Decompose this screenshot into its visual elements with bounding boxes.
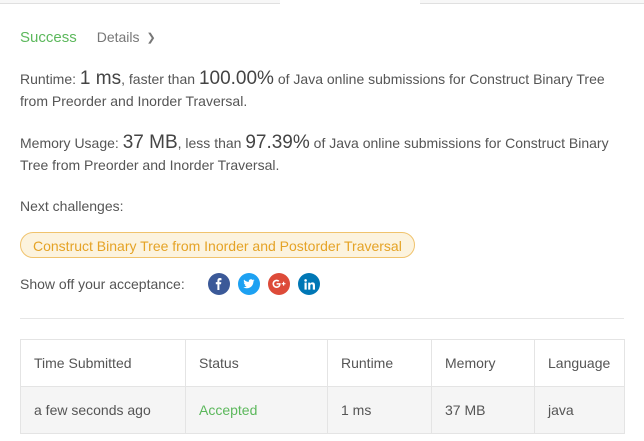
divider <box>20 318 624 319</box>
submissions-table: Time Submitted Status Runtime Memory Lan… <box>20 339 625 434</box>
next-challenges-label: Next challenges: <box>20 198 124 214</box>
google-plus-icon[interactable] <box>268 273 290 295</box>
challenge-link[interactable]: Construct Binary Tree from Inorder and P… <box>20 232 415 258</box>
tab-right[interactable] <box>420 0 644 4</box>
runtime-prefix: Runtime: <box>20 71 80 87</box>
facebook-icon[interactable] <box>208 273 230 295</box>
col-runtime[interactable]: Runtime <box>327 339 432 387</box>
runtime-percent: 100.00% <box>198 68 274 89</box>
details-label: Details <box>96 29 140 45</box>
cell-time-submitted: a few seconds ago <box>20 386 186 434</box>
table-row: a few seconds ago Accepted 1 ms 37 MB ja… <box>20 386 625 434</box>
cell-runtime: 1 ms <box>327 386 432 434</box>
share-row: Show off your acceptance: <box>20 273 328 295</box>
status-success: Success <box>20 28 77 46</box>
table-header-row: Time Submitted Status Runtime Memory Lan… <box>20 339 625 387</box>
result-header: Success Details ❯ <box>20 27 156 47</box>
runtime-summary: Runtime: 1 ms, faster than 100.00% of Ja… <box>20 68 624 112</box>
cell-memory: 37 MB <box>431 386 535 434</box>
cell-status-accepted[interactable]: Accepted <box>185 386 328 434</box>
twitter-icon[interactable] <box>238 273 260 295</box>
memory-value: 37 MB <box>122 132 178 153</box>
chevron-right-icon: ❯ <box>146 31 156 44</box>
memory-percent: 97.39% <box>245 132 310 153</box>
details-link[interactable]: Details ❯ <box>97 29 156 45</box>
col-language[interactable]: Language <box>534 339 625 387</box>
col-status[interactable]: Status <box>185 339 328 387</box>
runtime-value: 1 ms <box>79 68 122 89</box>
runtime-middle: , faster than <box>121 71 199 87</box>
top-tabs <box>0 0 644 4</box>
tab-left[interactable] <box>0 0 280 4</box>
cell-language: java <box>534 386 625 434</box>
memory-prefix: Memory Usage: <box>20 135 123 151</box>
memory-middle: , less than <box>177 135 246 151</box>
col-memory[interactable]: Memory <box>431 339 535 387</box>
col-time-submitted[interactable]: Time Submitted <box>20 339 186 387</box>
share-label: Show off your acceptance: <box>20 276 185 292</box>
memory-summary: Memory Usage: 37 MB, less than 97.39% of… <box>20 132 624 176</box>
linkedin-icon[interactable] <box>298 273 320 295</box>
tab-active[interactable] <box>282 0 418 3</box>
